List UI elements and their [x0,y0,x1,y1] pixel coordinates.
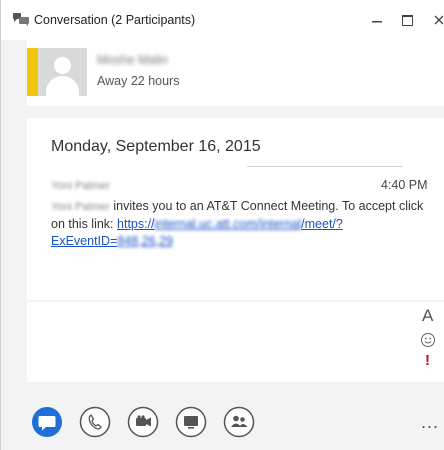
date-divider [247,166,403,167]
participants-button[interactable] [223,406,255,438]
window-title: Conversation (2 Participants) [34,13,196,27]
font-format-button[interactable]: A [422,306,433,326]
link-path[interactable]: /meet/? [301,217,343,231]
participants-icon [223,406,255,438]
contact-status: Away 22 hours [97,74,180,88]
title-bar: Conversation (2 Participants) [1,0,444,40]
present-icon [175,406,207,438]
link-prefix[interactable]: https:// [117,217,155,231]
message-input[interactable] [27,302,407,382]
im-icon [32,407,62,437]
conversation-date: Monday, September 16, 2015 [51,138,261,155]
avatar-body [46,76,79,96]
avatar[interactable] [38,48,87,96]
video-icon [127,406,159,438]
im-button[interactable] [31,406,63,438]
link-param[interactable]: ExEventID= [51,234,117,248]
more-options-button[interactable]: ... [421,412,444,432]
contact-header[interactable]: Moshe Malin Away 22 hours [27,40,444,106]
bottom-toolbar: ... [1,382,444,450]
maximize-icon [401,15,413,26]
conversation-history: Monday, September 16, 2015 Yoni Palmer 4… [27,118,444,300]
close-button[interactable] [429,10,444,30]
contact-name[interactable]: Moshe Malin [97,53,168,67]
message-sender: Yoni Palmer [51,180,110,192]
message-time: 4:40 PM [381,178,428,192]
phone-button[interactable] [79,406,111,438]
compose-area: A ! [27,302,444,382]
message-sender-inline: Yoni Palmer [51,201,110,213]
present-button[interactable] [175,406,207,438]
importance-button[interactable]: ! [425,352,430,369]
minimize-button[interactable] [367,10,387,30]
conversation-window: Conversation (2 Participants) Moshe Mali… [0,0,444,450]
maximize-button[interactable] [397,10,417,30]
presence-indicator [27,48,38,96]
message-body: Yoni Palmer invites you to an AT&T Conne… [51,198,439,250]
link-host[interactable]: internal.uc.att.com/internal [155,217,302,231]
phone-icon [79,406,111,438]
link-id[interactable]: 848,26,29 [117,234,173,248]
avatar-head [54,57,71,74]
video-button[interactable] [127,406,159,438]
conversation-icon [12,12,30,27]
smiley-icon[interactable] [420,332,436,348]
